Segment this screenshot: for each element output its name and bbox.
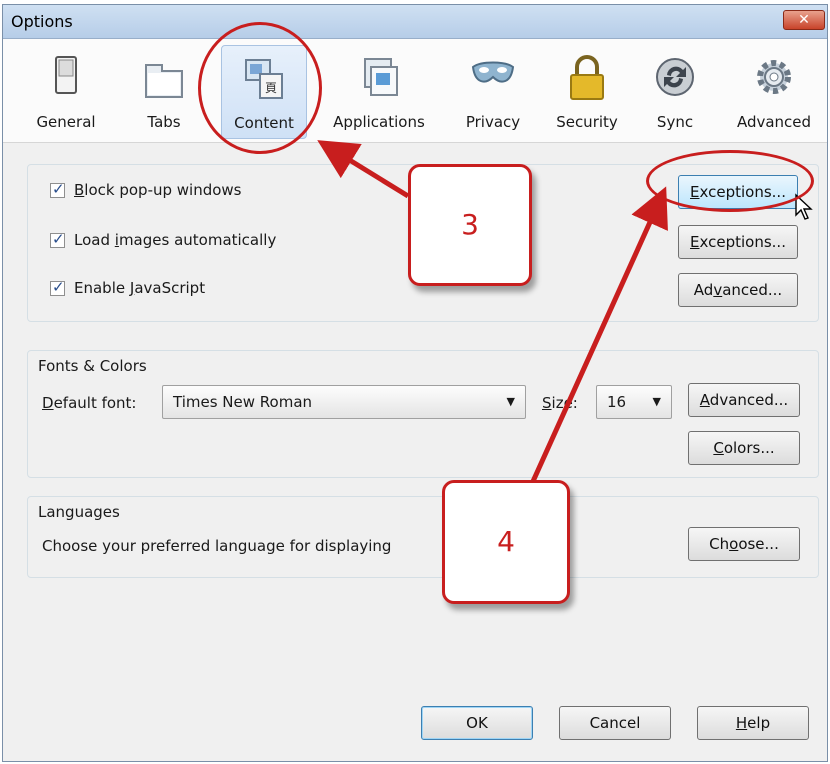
step-3-callout: 3 <box>408 164 532 286</box>
arrow-to-content-tab <box>317 140 410 199</box>
arrow-to-exceptions-button <box>527 186 668 490</box>
annotation-arrows <box>317 140 668 490</box>
step-4-callout: 4 <box>442 480 570 604</box>
